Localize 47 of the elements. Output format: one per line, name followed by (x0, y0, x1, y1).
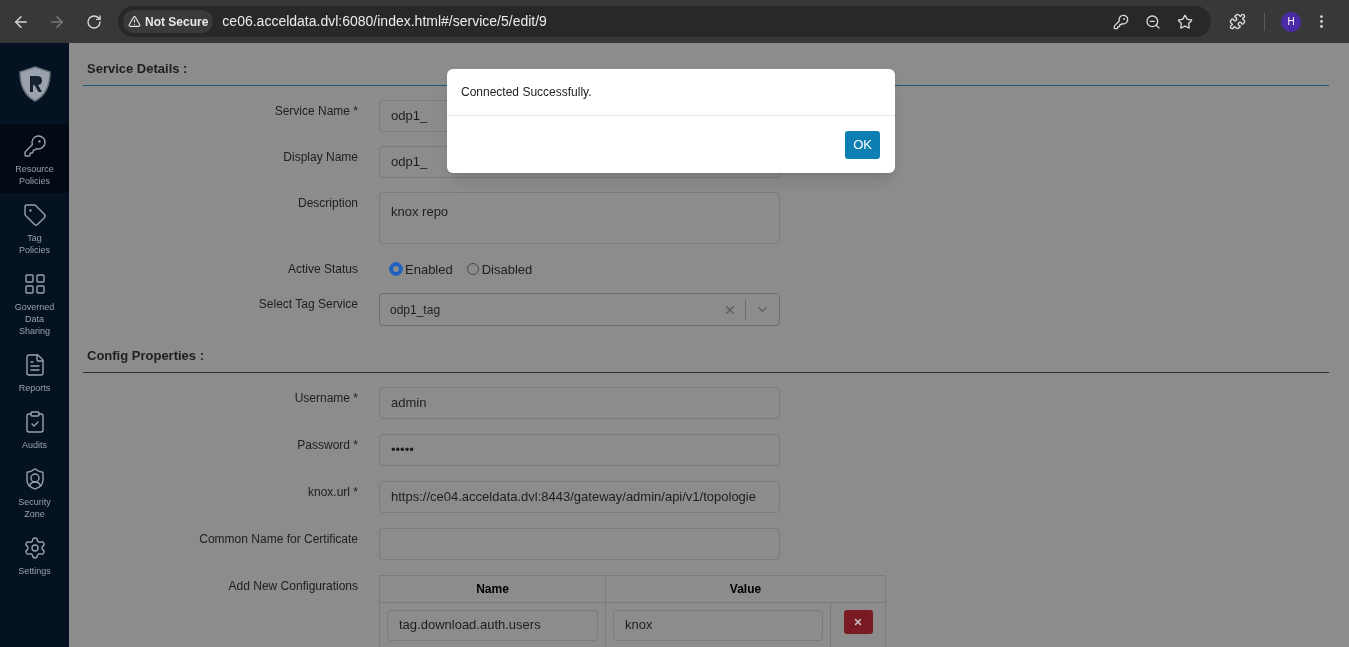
input-field[interactable]: ••••• (379, 433, 780, 466)
warning-icon (128, 15, 141, 28)
dialog-message: Connected Successfully. (461, 84, 592, 101)
field-label: Display Name (283, 149, 358, 164)
shield-logo-icon (16, 64, 53, 103)
sidebar-item[interactable]: Audits (0, 400, 69, 457)
column-header: Name (476, 580, 509, 598)
input-field[interactable]: admin (379, 386, 780, 419)
security-chip[interactable]: Not Secure (123, 10, 214, 33)
field-label: Select Tag Service (258, 297, 358, 311)
sidebar-item[interactable]: Reports (0, 343, 69, 400)
field-label: Username * (294, 390, 358, 405)
radio-option[interactable]: Disabled (466, 259, 533, 279)
section-heading: Config Properties : (83, 346, 1329, 373)
input-field[interactable]: knox (613, 609, 823, 641)
radio-option[interactable]: Enabled (390, 259, 453, 279)
extensions-icon[interactable] (1229, 13, 1246, 30)
input-field[interactable]: https://ce04.acceldata.dvl:8443/gateway/admin/api/v1/topologie (379, 480, 780, 513)
input-field[interactable]: tag.download.auth.users (387, 609, 598, 641)
field-label: knox.url * (307, 484, 358, 499)
delete-button[interactable] (843, 609, 873, 634)
bookmark-star-icon[interactable] (1177, 13, 1193, 30)
key-icon (22, 134, 47, 158)
description-textarea[interactable]: knox repo (379, 191, 780, 244)
zoom-out-icon[interactable] (1145, 13, 1161, 30)
field-label: Active Status (287, 261, 358, 276)
sidebar-item[interactable]: Governed Data Sharing (0, 262, 69, 343)
profile-avatar[interactable]: H (1281, 11, 1301, 32)
field-label: Password * (297, 437, 358, 452)
reload-icon[interactable] (86, 13, 102, 30)
field-label: Add New Configurations (228, 578, 358, 593)
field-label: Description (297, 195, 358, 210)
address-bar[interactable]: Not Secure ce06.acceldata.dvl:6080/index.html#/service/5/edit/9 (118, 6, 1211, 37)
column-header: Value (729, 580, 762, 598)
tag-icon (22, 203, 47, 227)
ok-button[interactable]: OK (845, 130, 880, 159)
url-text: ce06.acceldata.dvl:6080/index.html#/service/5/edit/9 (222, 12, 548, 31)
grid-icon (22, 272, 47, 296)
sidebar-item[interactable]: Resource Policies (0, 124, 69, 193)
settings-icon (22, 536, 47, 560)
field-label: Service Name * (274, 103, 358, 118)
close-icon (853, 616, 863, 627)
field-label: Common Name for Certificate (199, 531, 358, 546)
sidebar-item[interactable]: Settings (0, 526, 69, 583)
sidebar-item[interactable]: Tag Policies (0, 193, 69, 262)
sidebar-item[interactable]: Security Zone (0, 457, 69, 526)
key-icon[interactable] (1113, 13, 1129, 30)
